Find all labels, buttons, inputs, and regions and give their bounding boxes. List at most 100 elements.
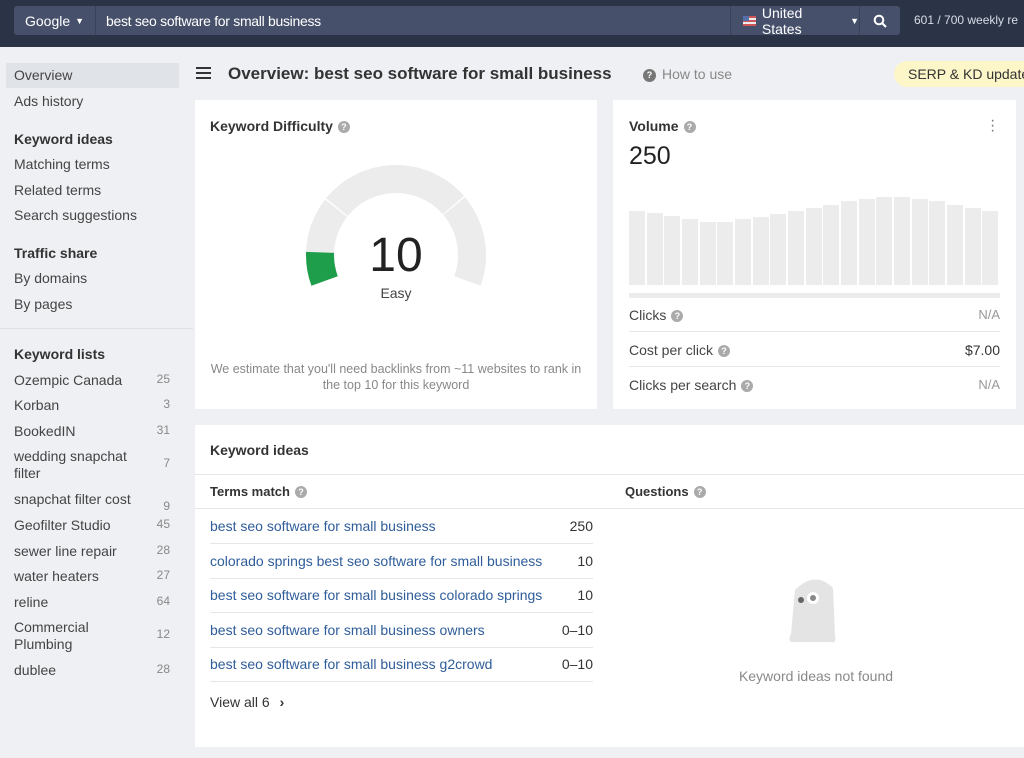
- volume-bar[interactable]: [858, 198, 875, 285]
- list-count: 12: [156, 627, 170, 641]
- questions-heading: Questions?: [625, 484, 706, 499]
- volume-bar[interactable]: [876, 196, 893, 285]
- view-all-link[interactable]: View all 6 ›: [210, 694, 284, 710]
- keyword-list-item[interactable]: snapchat filter cost 9: [14, 491, 174, 513]
- chevron-right-icon: ›: [279, 694, 285, 710]
- metric-value: N/A: [978, 377, 1000, 392]
- volume-bar[interactable]: [788, 210, 805, 285]
- help-icon[interactable]: ?: [671, 310, 684, 322]
- volume-bar[interactable]: [894, 196, 911, 285]
- volume-bar[interactable]: [841, 201, 858, 285]
- metric-value: $7.00: [964, 342, 1000, 358]
- list-name: wedding snapchat filter: [14, 448, 127, 481]
- volume-trend-chart: [629, 190, 1000, 285]
- metric-label: Clicks: [629, 307, 667, 323]
- sidebar-heading-keyword-ideas: Keyword ideas: [14, 131, 113, 147]
- sidebar-heading-keyword-lists: Keyword lists: [14, 346, 106, 362]
- caret-down-icon: ▼: [850, 15, 859, 26]
- sidebar-item-matching-terms[interactable]: Matching terms: [14, 156, 174, 172]
- list-name: Korban: [14, 397, 60, 413]
- keyword-list-item[interactable]: Korban 3: [14, 397, 174, 414]
- sidebar-item-related-terms[interactable]: Related terms: [14, 182, 174, 198]
- keyword-link[interactable]: colorado springs best seo software for s…: [210, 553, 542, 569]
- terms-match-heading: Terms match?: [210, 484, 307, 499]
- how-to-use-link[interactable]: ? How to use: [643, 66, 732, 82]
- sidebar-item-by-domains[interactable]: By domains: [14, 270, 174, 286]
- kd-label: Easy: [380, 285, 412, 301]
- volume-bar[interactable]: [947, 205, 964, 285]
- volume-value: 250: [629, 142, 671, 170]
- search-engine-select[interactable]: Google ▼: [14, 6, 96, 35]
- keyword-list-item[interactable]: dublee 28: [14, 662, 174, 679]
- volume-bar[interactable]: [911, 198, 928, 285]
- volume-bar[interactable]: [929, 201, 946, 285]
- help-icon[interactable]: ?: [337, 121, 350, 133]
- sidebar-heading-traffic-share: Traffic share: [14, 245, 98, 261]
- volume-bar[interactable]: [717, 222, 734, 285]
- list-count: 28: [156, 543, 170, 557]
- sidebar-item-by-pages[interactable]: By pages: [14, 296, 174, 312]
- sidebar-item-search-suggestions[interactable]: Search suggestions: [14, 207, 174, 223]
- list-name: sewer line repair: [14, 543, 117, 559]
- volume-bar[interactable]: [699, 222, 716, 285]
- list-name: Commercial Plumbing: [14, 619, 89, 652]
- keyword-link[interactable]: best seo software for small business own…: [210, 622, 485, 638]
- keyword-volume: 250: [569, 518, 593, 534]
- keyword-list-item[interactable]: Commercial Plumbing 12: [14, 619, 174, 653]
- list-name: Geofilter Studio: [14, 517, 111, 533]
- help-icon[interactable]: ?: [683, 121, 696, 133]
- country-label: United States: [761, 4, 803, 37]
- volume-bar[interactable]: [646, 212, 663, 285]
- volume-bar[interactable]: [805, 208, 822, 285]
- search-icon: [873, 14, 887, 28]
- keyword-row: colorado springs best seo software for s…: [210, 544, 593, 579]
- volume-bar[interactable]: [770, 213, 787, 285]
- search-button[interactable]: [860, 14, 900, 28]
- kd-note: We estimate that you'll need backlinks f…: [210, 362, 582, 392]
- keyword-list-item[interactable]: BookedIN 31: [14, 423, 174, 440]
- volume-bar[interactable]: [964, 208, 981, 285]
- keyword-list-item[interactable]: reline 64: [14, 594, 174, 611]
- how-to-use-label: How to use: [662, 66, 733, 82]
- menu-icon[interactable]: [196, 67, 211, 79]
- search-bar: Google ▼ best seo software for small busi…: [14, 4, 900, 37]
- help-icon[interactable]: ?: [693, 486, 706, 498]
- list-count: 25: [156, 372, 170, 386]
- keyword-input[interactable]: best seo software for small business: [96, 13, 730, 29]
- keyword-link[interactable]: best seo software for small business g2c…: [210, 656, 492, 672]
- metric-label: Cost per click: [629, 342, 714, 358]
- keyword-volume: 0–10: [561, 656, 593, 672]
- keyword-list-item[interactable]: Ozempic Canada 25: [14, 372, 174, 389]
- volume-bar[interactable]: [823, 205, 840, 285]
- sidebar-item-ads-history[interactable]: Ads history: [14, 93, 174, 109]
- metric-row: Cost per click? $7.00: [629, 333, 1000, 367]
- caret-down-icon: ▼: [75, 15, 85, 26]
- help-icon[interactable]: ?: [718, 345, 731, 357]
- keyword-row: best seo software for small business own…: [210, 613, 593, 648]
- us-flag-icon: [743, 15, 756, 26]
- volume-bar[interactable]: [982, 210, 999, 285]
- more-options-icon[interactable]: · · ·: [990, 113, 995, 139]
- help-icon[interactable]: ?: [294, 486, 307, 498]
- keyword-list-item[interactable]: Geofilter Studio 45: [14, 517, 174, 534]
- keyword-list-item[interactable]: sewer line repair 28: [14, 543, 174, 560]
- keyword-list-item[interactable]: wedding snapchat filter 7: [14, 448, 174, 482]
- keyword-link[interactable]: best seo software for small business: [210, 518, 436, 534]
- volume-bar[interactable]: [735, 219, 752, 285]
- volume-bar[interactable]: [664, 215, 681, 285]
- volume-bar[interactable]: [682, 219, 699, 285]
- list-name: Ozempic Canada: [14, 372, 123, 388]
- help-icon: ?: [643, 69, 656, 82]
- update-badge[interactable]: SERP & KD update: [894, 61, 1024, 87]
- volume-bar[interactable]: [629, 210, 646, 285]
- sidebar-item-overview[interactable]: Overview: [6, 63, 179, 88]
- volume-bar[interactable]: [752, 216, 769, 285]
- keyword-link[interactable]: best seo software for small business col…: [210, 587, 542, 603]
- keyword-list-item[interactable]: water heaters 27: [14, 568, 174, 585]
- empty-state-text: Keyword ideas not found: [738, 668, 894, 684]
- help-icon[interactable]: ?: [741, 380, 754, 392]
- list-count: 31: [156, 423, 170, 437]
- country-select[interactable]: United States ▼: [730, 4, 860, 37]
- list-count: 27: [156, 568, 170, 582]
- keyword-difficulty-card: Keyword Difficulty? 10 Easy We estimate …: [195, 100, 597, 409]
